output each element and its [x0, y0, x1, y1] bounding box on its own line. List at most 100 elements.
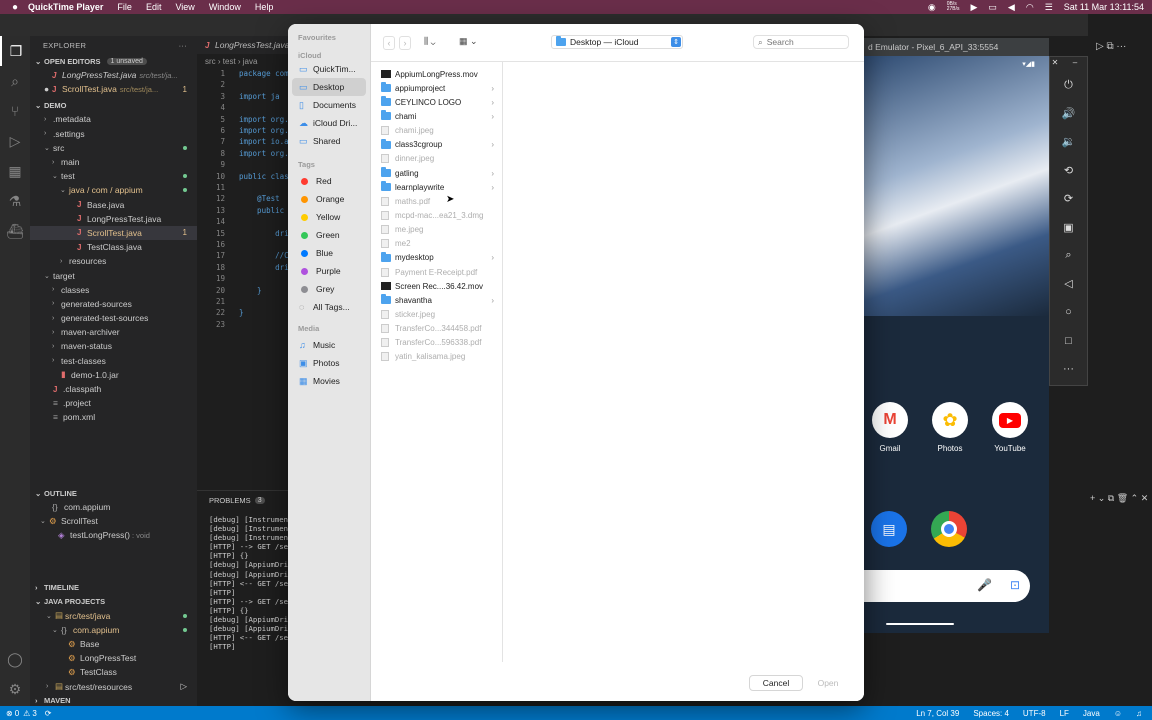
java-projects-section[interactable]: ⌄ JAVA PROJECTS	[30, 595, 197, 609]
tree-item[interactable]: › .settings	[30, 127, 197, 141]
volume-icon[interactable]: ◀	[1008, 2, 1015, 13]
encoding[interactable]: UTF-8	[1023, 709, 1046, 718]
tree-item[interactable]: › maven-archiver	[30, 325, 197, 339]
sync-icon[interactable]: ⟳	[45, 709, 52, 718]
project-section[interactable]: ⌄ DEMO	[30, 98, 197, 112]
mic-icon[interactable]: 🎤	[977, 578, 992, 592]
rotate-right-icon[interactable]: ⟳	[1050, 185, 1087, 213]
java-project-item[interactable]: ⚙ LongPressTest	[30, 651, 197, 665]
tree-item[interactable]: › generated-test-sources	[30, 311, 197, 325]
panel-actions[interactable]: + ⌄ ⧉ 🗑 ⌃ ✕	[1090, 493, 1148, 504]
app-gmail[interactable]: M Gmail	[870, 402, 910, 453]
power-icon[interactable]: ⏻	[1050, 71, 1087, 99]
outline-item[interactable]: ⌄ ⚙ ScrollTest	[30, 514, 197, 528]
file-row[interactable]: appiumproject ›	[371, 81, 502, 95]
split-editor-icon[interactable]: ▷ ⧉ ···	[1096, 41, 1126, 52]
menu-window[interactable]: Window	[209, 2, 241, 12]
tree-item[interactable]: › test-classes	[30, 354, 197, 368]
tree-item[interactable]: ⌄ target	[30, 268, 197, 282]
timeline-section[interactable]: › TIMELINE	[30, 581, 197, 595]
outline-item[interactable]: ◈ testLongPress(): void	[30, 528, 197, 542]
sidebar-tag-green[interactable]: Green	[288, 226, 370, 244]
java-project-item[interactable]: › ▤ src/test/resources ▷	[30, 680, 197, 694]
manage-gear-icon[interactable]: ⚙	[0, 674, 30, 704]
back-button[interactable]: ‹	[383, 36, 395, 50]
file-row[interactable]: mydesktop ›	[371, 251, 502, 265]
close-icon[interactable]: ✕	[1048, 55, 1062, 69]
menu-help[interactable]: Help	[255, 2, 274, 12]
file-row[interactable]: me.jpeg	[371, 223, 502, 237]
play-icon[interactable]: ▶	[970, 2, 977, 13]
tree-item[interactable]: ≡ .project	[30, 396, 197, 410]
breadcrumb[interactable]: src › test › java	[197, 54, 290, 68]
tree-item[interactable]: J ScrollTest.java 1	[30, 225, 197, 241]
rotate-left-icon[interactable]: ⟲	[1050, 156, 1087, 184]
sidebar-tag-grey[interactable]: Grey	[288, 280, 370, 298]
back-icon[interactable]: ◁	[1050, 270, 1087, 298]
sidebar-item-music[interactable]: ♫ Music	[288, 336, 370, 354]
source-control-icon[interactable]: ⑂	[0, 96, 30, 126]
file-row[interactable]: Screen Rec....36.42.mov	[371, 279, 502, 293]
run-debug-icon[interactable]: ▷	[0, 126, 30, 156]
tree-item[interactable]: ▮ demo-1.0.jar	[30, 368, 197, 382]
tree-item[interactable]: ⌄ test	[30, 169, 197, 183]
camera-icon[interactable]: ▣	[1050, 213, 1087, 241]
menu-view[interactable]: View	[175, 2, 194, 12]
file-row[interactable]: CEYLINCO LOGO ›	[371, 95, 502, 109]
emulator-screen[interactable]: ▾◢▮ M Gmail ✿ Photos ▶ YouTube ▤ 🎤 ⊡	[864, 56, 1049, 633]
sidebar-tag-red[interactable]: Red	[288, 172, 370, 190]
file-row[interactable]: yatin_kalisama.jpeg	[371, 350, 502, 364]
docker-icon[interactable]: ⛴	[0, 216, 30, 246]
outline-section[interactable]: ⌄ OUTLINE	[30, 486, 197, 500]
file-row[interactable]: TransferCo...344458.pdf	[371, 322, 502, 336]
sidebar-tag-blue[interactable]: Blue	[288, 244, 370, 262]
forward-button[interactable]: ›	[399, 36, 411, 50]
tree-item[interactable]: J Base.java	[30, 198, 197, 212]
menu-file[interactable]: File	[117, 2, 132, 12]
record-icon[interactable]: ◉	[928, 2, 936, 13]
search-bar[interactable]: 🎤 ⊡	[864, 570, 1030, 602]
terminal-output[interactable]: [debug] [Instrumen [debug] [Instrumen [deb…	[197, 509, 292, 651]
cursor-position[interactable]: Ln 7, Col 39	[916, 709, 959, 718]
column-view-button[interactable]: ⫼ ⌄	[424, 36, 436, 47]
sidebar-tag-orange[interactable]: Orange	[288, 190, 370, 208]
tree-item[interactable]: J LongPressTest.java	[30, 212, 197, 226]
sidebar-item-icloud-drive[interactable]: ☁ iCloud Dri...	[288, 114, 370, 132]
open-editors-section[interactable]: ⌄ OPEN EDITORS 1 unsaved	[30, 54, 197, 68]
file-row[interactable]: gatling ›	[371, 166, 502, 180]
editor-tab[interactable]: J LongPressTest.java	[197, 36, 290, 54]
tree-item[interactable]: J .classpath	[30, 382, 197, 396]
more-actions-icon[interactable]: ···	[179, 41, 187, 50]
open-editor-item[interactable]: ● J ScrollTest.java src/test/ja... 1	[30, 82, 197, 96]
sidebar-tag-purple[interactable]: Purple	[288, 262, 370, 280]
sidebar-item-quicktime[interactable]: ▭ QuickTim...	[288, 60, 370, 78]
location-popup[interactable]: Desktop — iCloud ⇕	[551, 35, 683, 49]
more-icon[interactable]: ···	[1050, 355, 1087, 383]
file-row[interactable]: TransferCo...596338.pdf	[371, 336, 502, 350]
open-editor-item[interactable]: J LongPressTest.java src/test/ja...	[30, 68, 197, 82]
outline-item[interactable]: {} com.appium	[30, 500, 197, 514]
tree-item[interactable]: ⌄ src	[30, 141, 197, 155]
group-view-button[interactable]: ▦ ⌄	[459, 36, 478, 47]
tree-item[interactable]: ⌄ java / com / appium	[30, 183, 197, 197]
tree-item[interactable]: › generated-sources	[30, 297, 197, 311]
home-icon[interactable]: ○	[1050, 298, 1087, 326]
java-project-item[interactable]: ⌄ ▤ src/test/java	[30, 609, 197, 623]
messages-icon[interactable]: ▤	[871, 511, 907, 547]
tree-item[interactable]: J TestClass.java	[30, 240, 197, 254]
file-row[interactable]: maths.pdf	[371, 194, 502, 208]
search-field[interactable]: ⌕	[753, 35, 849, 49]
open-button[interactable]: Open	[811, 675, 845, 691]
tree-item[interactable]: › main	[30, 155, 197, 169]
file-row[interactable]: class3cgroup ›	[371, 138, 502, 152]
tree-item[interactable]: › resources	[30, 254, 197, 268]
cancel-button[interactable]: Cancel	[749, 675, 803, 691]
language-mode[interactable]: Java	[1083, 709, 1100, 718]
apple-icon[interactable]: ●	[12, 2, 18, 13]
feedback-icon[interactable]: ☺	[1114, 709, 1122, 718]
java-project-item[interactable]: ⚙ TestClass	[30, 665, 197, 679]
volume-up-icon[interactable]: 🔊	[1050, 99, 1087, 127]
file-row[interactable]: me2	[371, 237, 502, 251]
sidebar-item-desktop[interactable]: ▭ Desktop	[292, 78, 366, 96]
sidebar-tag-yellow[interactable]: Yellow	[288, 208, 370, 226]
